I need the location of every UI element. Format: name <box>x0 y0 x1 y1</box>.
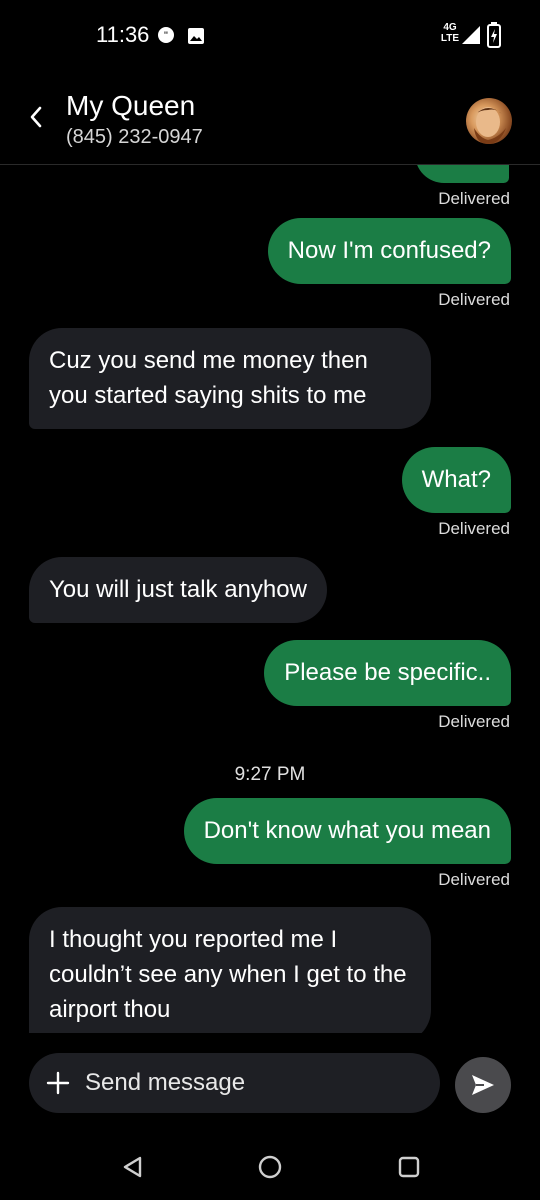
delivery-status: Delivered <box>438 189 510 208</box>
delivery-status: Delivered <box>438 290 510 309</box>
system-navigation-bar <box>0 1140 540 1200</box>
send-button[interactable] <box>455 1057 511 1113</box>
send-icon <box>472 1075 494 1095</box>
chevron-left-icon <box>30 106 42 128</box>
conversation-header: My Queen (845) 232-0947 <box>0 70 540 165</box>
message-bubble-outgoing[interactable] <box>415 165 509 183</box>
delivery-status: Delivered <box>438 870 510 889</box>
message-bubble-outgoing[interactable]: Now I'm confused? <box>267 218 511 284</box>
status-bar: 11:36 " 4G LTE <box>0 0 540 70</box>
chat-notification-icon: " <box>156 26 176 46</box>
delivery-status: Delivered <box>438 712 510 731</box>
back-button[interactable] <box>22 100 52 134</box>
delivery-status: Delivered <box>438 519 510 538</box>
signal-icon <box>460 24 482 46</box>
back-triangle-icon[interactable] <box>120 1154 146 1180</box>
message-bubble-outgoing[interactable]: Please be specific.. <box>264 640 511 706</box>
recents-square-icon[interactable] <box>396 1154 422 1180</box>
plus-icon[interactable] <box>45 1070 71 1096</box>
contact-avatar[interactable] <box>466 98 512 144</box>
photo-notification-icon <box>186 26 206 46</box>
message-bubble-outgoing[interactable]: What? <box>401 447 511 513</box>
message-input-placeholder: Send message <box>85 1069 246 1096</box>
contact-name[interactable]: My Queen <box>66 90 195 122</box>
message-list[interactable]: Delivered Now I'm confused? Delivered Cu… <box>0 165 540 1033</box>
message-bubble-outgoing[interactable]: Don't know what you mean <box>183 798 511 864</box>
message-input[interactable]: Send message <box>29 1053 440 1113</box>
message-bubble-incoming[interactable]: Cuz you send me money then you started s… <box>29 328 431 429</box>
message-timestamp: 9:27 PM <box>234 764 306 785</box>
message-bubble-incoming[interactable]: I thought you reported me I couldn’t see… <box>29 907 431 1033</box>
messaging-screen: 11:36 " 4G LTE My Queen (845) 232-0947 D… <box>0 0 540 1200</box>
contact-phone: (845) 232-0947 <box>66 126 203 148</box>
message-bubble-incoming[interactable]: You will just talk anyhow <box>29 557 327 623</box>
home-circle-icon[interactable] <box>257 1154 283 1180</box>
battery-charging-icon <box>487 22 501 48</box>
status-time: 11:36 <box>96 22 150 47</box>
svg-text:": " <box>164 30 168 42</box>
